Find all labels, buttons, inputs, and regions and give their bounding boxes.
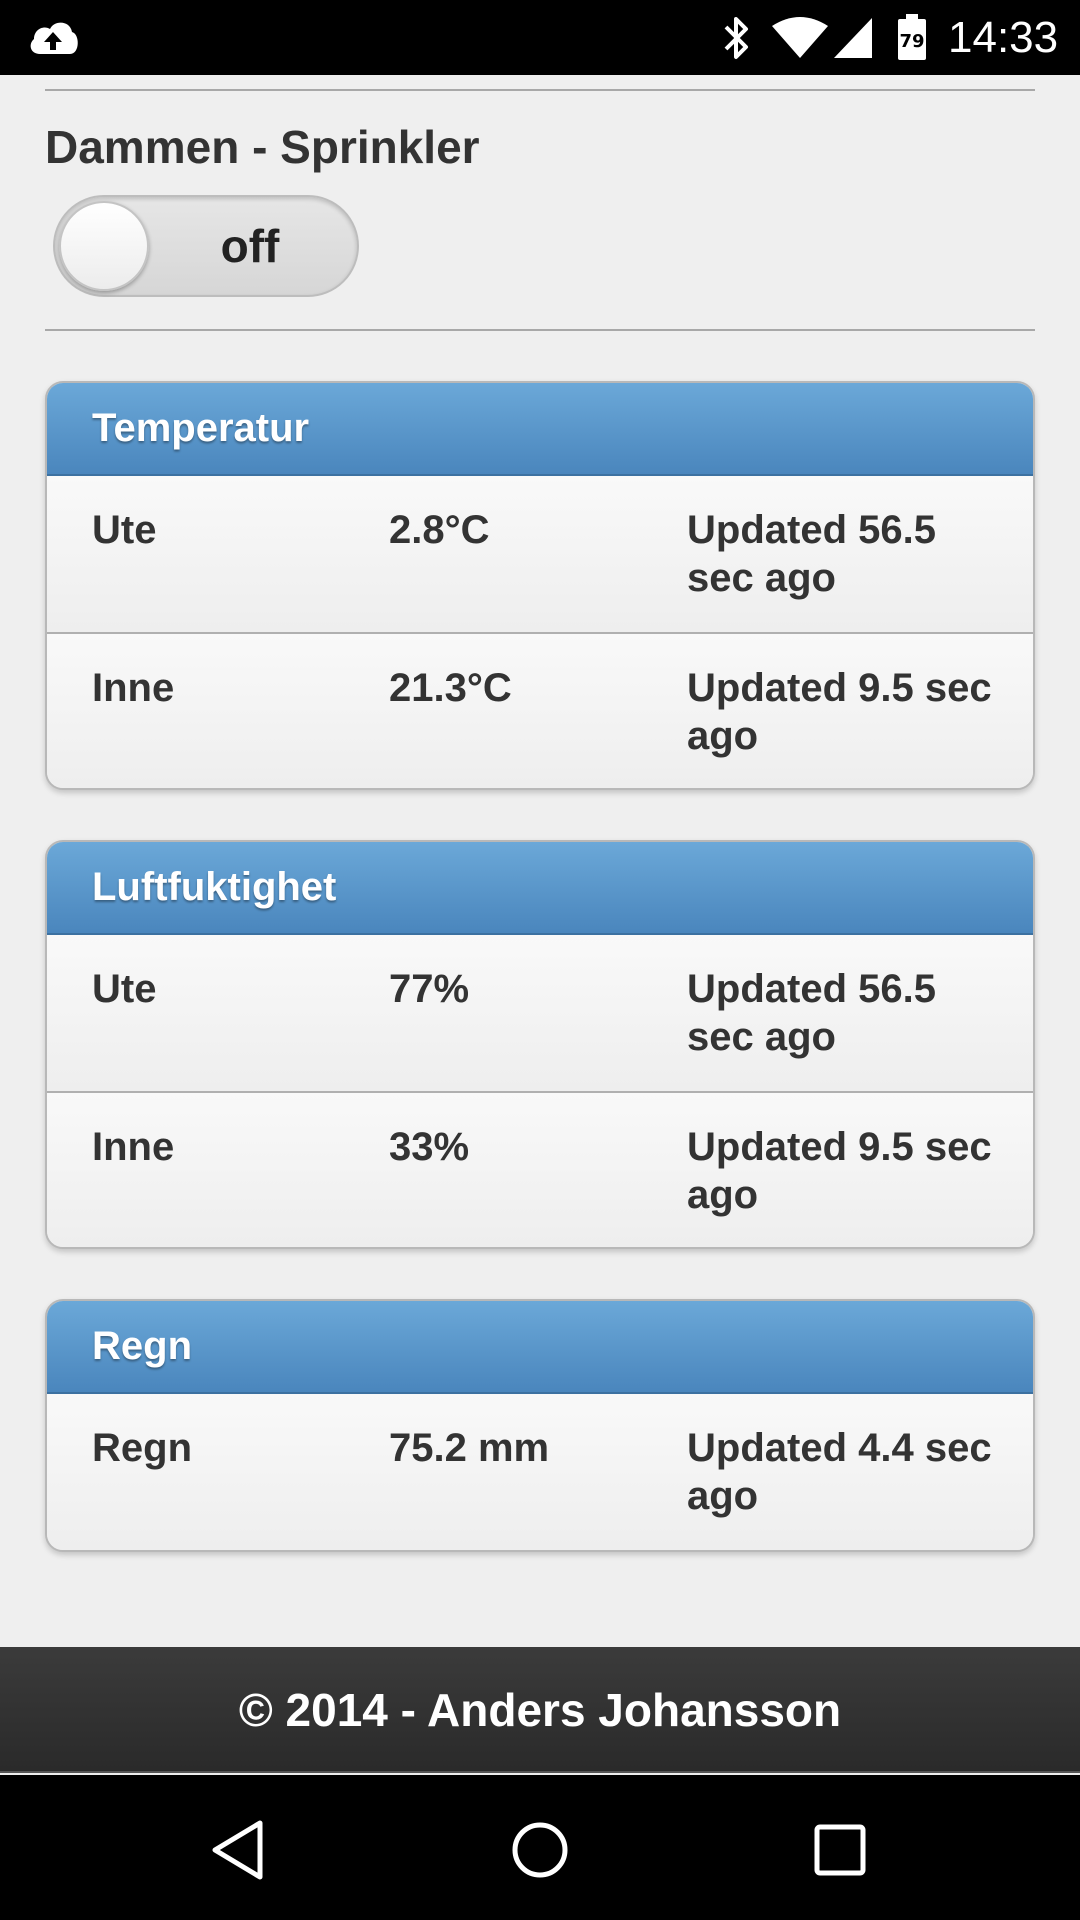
- row-name: Ute: [92, 508, 157, 552]
- panel-title: Temperatur: [47, 383, 1033, 476]
- footer: © 2014 - Anders Johansson: [0, 1647, 1080, 1773]
- panel-luftfuktighet: Luftfuktighet Ute 77% Updated 56.5 sec a…: [45, 840, 1035, 1249]
- row-value: 2.8°C: [389, 508, 490, 552]
- panel-temperatur: Temperatur Ute 2.8°C Updated 56.5 sec ag…: [45, 381, 1035, 790]
- row-name: Inne: [92, 1125, 175, 1169]
- row-updated: Updated 9.5 sec ago: [687, 666, 992, 758]
- table-row: Inne 33% Updated 9.5 sec ago: [47, 1091, 1033, 1247]
- switch-title: Dammen - Sprinkler: [45, 121, 480, 173]
- cloud-upload-icon: [30, 22, 78, 54]
- recent-apps-icon[interactable]: [805, 1815, 875, 1885]
- row-value: 75.2 mm: [389, 1426, 550, 1470]
- row-updated: Updated 56.5 sec ago: [687, 508, 936, 600]
- table-row: Inne 21.3°C Updated 9.5 sec ago: [47, 632, 1033, 788]
- row-value: 77%: [389, 967, 470, 1011]
- row-updated: Updated 9.5 sec ago: [687, 1125, 992, 1217]
- battery-level: 79: [899, 31, 925, 52]
- clock: 14:33: [948, 13, 1059, 62]
- row-name: Ute: [92, 967, 157, 1011]
- cell-signal-icon: [834, 18, 872, 58]
- toggle-knob[interactable]: [59, 201, 149, 291]
- panel-title: Luftfuktighet: [47, 842, 1033, 935]
- bluetooth-icon: [724, 17, 748, 59]
- table-row: Ute 77% Updated 56.5 sec ago: [47, 935, 1033, 1091]
- row-value: 33%: [389, 1125, 470, 1169]
- row-name: Inne: [92, 666, 175, 710]
- sprinkler-toggle[interactable]: off: [53, 195, 359, 297]
- navigation-bar: [0, 1775, 1080, 1920]
- divider: [45, 329, 1035, 331]
- row-value: 21.3°C: [389, 666, 512, 710]
- toggle-state-label: off: [220, 220, 280, 272]
- wifi-icon: [772, 17, 828, 58]
- status-bar: 79 14:33: [0, 0, 1080, 75]
- row-updated: Updated 56.5 sec ago: [687, 967, 936, 1059]
- table-row: Regn 75.2 mm Updated 4.4 sec ago: [47, 1394, 1033, 1550]
- home-icon[interactable]: [505, 1815, 575, 1885]
- divider: [45, 89, 1035, 91]
- table-row: Ute 2.8°C Updated 56.5 sec ago: [47, 476, 1033, 632]
- battery-icon: 79: [896, 12, 928, 62]
- row-name: Regn: [92, 1426, 192, 1470]
- row-updated: Updated 4.4 sec ago: [687, 1426, 992, 1518]
- back-icon[interactable]: [205, 1815, 275, 1885]
- panel-regn: Regn Regn 75.2 mm Updated 4.4 sec ago: [45, 1299, 1035, 1552]
- panel-title: Regn: [47, 1301, 1033, 1394]
